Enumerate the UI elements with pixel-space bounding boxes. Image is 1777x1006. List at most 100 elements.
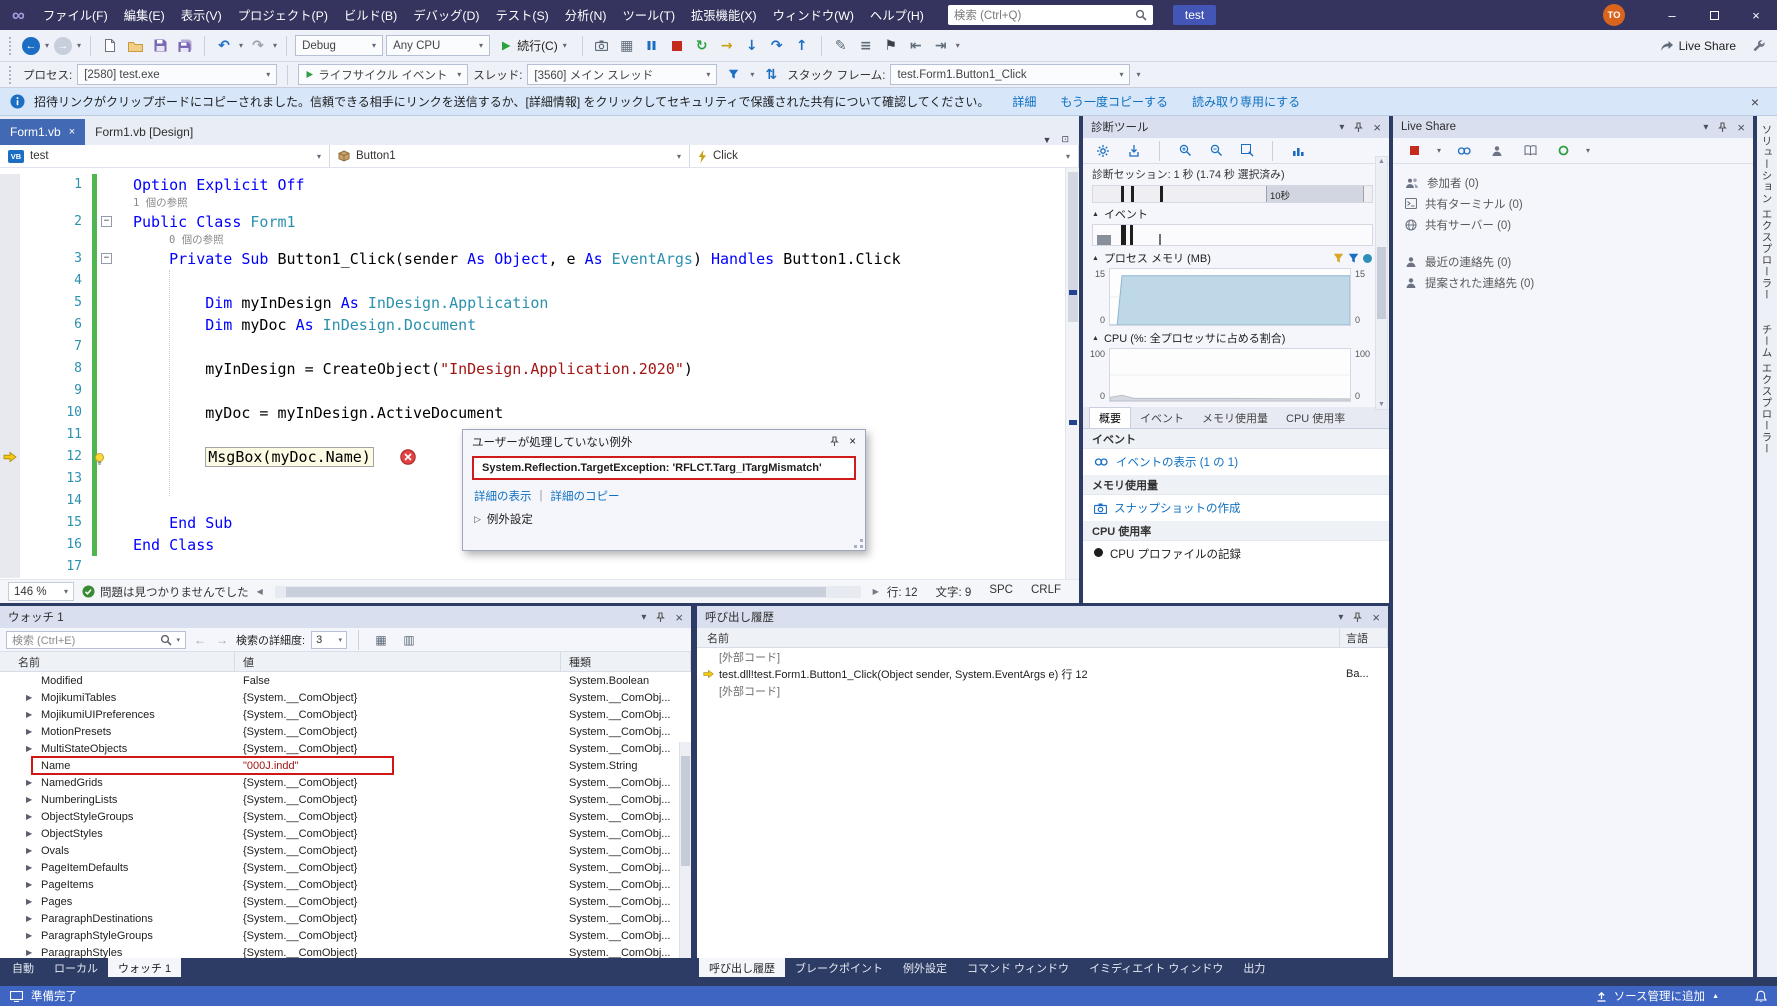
chevron-down-icon[interactable]: ▾ xyxy=(1338,612,1343,623)
dropdown-caret-icon[interactable]: ▾ xyxy=(749,70,755,79)
menu-分析(N)[interactable]: 分析(N) xyxy=(557,0,615,30)
minimize-button[interactable]: – xyxy=(1651,0,1693,30)
editor-vertical-scrollbar[interactable] xyxy=(1065,168,1079,579)
summary-item[interactable]: イベントの表示 (1 の 1) xyxy=(1083,449,1389,475)
menu-編集(E)[interactable]: 編集(E) xyxy=(116,0,173,30)
code-text[interactable]: myInDesign = CreateObject("InDesign.Appl… xyxy=(119,358,1065,380)
summary-item[interactable]: スナップショットの作成 xyxy=(1083,495,1389,521)
expander-icon[interactable]: ▶ xyxy=(26,880,35,889)
code-text[interactable]: Private Sub Button1_Click(sender As Obje… xyxy=(119,248,1065,270)
copy-detail-link[interactable]: 詳細のコピー xyxy=(551,488,620,504)
watch-row[interactable]: ▶ MotionPresets {System.__ComObject} System… xyxy=(0,723,691,740)
process-dropdown[interactable]: [2580] test.exe ▾ xyxy=(77,64,278,85)
pin-icon[interactable] xyxy=(829,436,840,447)
lifecycle-events-dropdown[interactable]: ライフサイクル イベント ▾ xyxy=(298,64,469,85)
watch-row[interactable]: ▶ Ovals {System.__ComObject} System.__ComOb… xyxy=(0,842,691,859)
chevron-down-icon[interactable]: ▾ xyxy=(1339,122,1344,133)
expander-icon[interactable]: ▶ xyxy=(26,829,35,838)
search-depth-dropdown[interactable]: 3 ▾ xyxy=(311,630,348,649)
back-icon[interactable]: ← xyxy=(22,36,40,55)
view-detail-link[interactable]: 詳細の表示 xyxy=(474,488,532,504)
watch-row[interactable]: ▶ ObjectStyleGroups {System.__ComObject} Sy… xyxy=(0,808,691,825)
copy-invite-link-icon[interactable] xyxy=(1453,140,1475,162)
fold-margin[interactable]: − xyxy=(97,248,119,270)
expander-icon[interactable]: ▶ xyxy=(26,795,35,804)
fold-toggle-icon[interactable]: − xyxy=(101,216,112,227)
fold-toggle-icon[interactable]: − xyxy=(101,253,112,264)
breakpoint-margin[interactable] xyxy=(0,380,20,402)
fold-margin[interactable] xyxy=(97,380,119,402)
watch-row[interactable]: ▶ MojikumiUIPreferences {System.__ComObjec… xyxy=(0,706,691,723)
expander-icon[interactable]: ▶ xyxy=(26,744,35,753)
export-report-icon[interactable] xyxy=(1123,140,1145,162)
watch-row[interactable]: ▶ ParagraphStyles {System.__ComObject} Syst… xyxy=(0,944,691,959)
watch-row[interactable]: ▶ ParagraphStyleGroups {System.__ComObject… xyxy=(0,927,691,944)
save-icon[interactable] xyxy=(149,35,171,57)
diagnostics-tab-2[interactable]: メモリ使用量 xyxy=(1193,407,1277,428)
diagnostics-timeline[interactable]: 10秒 xyxy=(1092,185,1373,203)
side-tab-1[interactable]: チーム エクスプローラー xyxy=(1760,324,1775,454)
breakpoint-margin[interactable] xyxy=(0,468,20,490)
menu-ビルド(B)[interactable]: ビルド(B) xyxy=(336,0,405,30)
project-dropdown[interactable]: VB test ▾ xyxy=(0,145,330,167)
watch-row[interactable]: ▶ MojikumiTables {System.__ComObject} Syste… xyxy=(0,689,691,706)
fold-margin[interactable] xyxy=(97,556,119,578)
new-project-icon[interactable] xyxy=(99,35,121,57)
breakpoint-margin[interactable] xyxy=(0,490,20,512)
stack-frame-row[interactable]: [外部コード] xyxy=(697,648,1388,665)
reset-view-icon[interactable] xyxy=(1236,140,1258,162)
menu-ファイル(F)[interactable]: ファイル(F) xyxy=(35,0,116,30)
breakpoint-margin[interactable] xyxy=(0,424,20,446)
close-icon[interactable]: × xyxy=(849,436,856,448)
zoom-dropdown[interactable]: 146 % ▾ xyxy=(8,582,74,601)
column-header-0[interactable]: 名前 xyxy=(0,652,235,671)
code-text[interactable] xyxy=(119,336,1065,358)
menu-拡張機能(X)[interactable]: 拡張機能(X) xyxy=(683,0,765,30)
document-tab[interactable]: Form1.vb × xyxy=(0,119,86,145)
step-over-icon[interactable]: ↷ xyxy=(766,35,788,57)
diagnostics-tab-3[interactable]: CPU 使用率 xyxy=(1277,407,1354,428)
zoom-out-icon[interactable] xyxy=(1205,140,1227,162)
pin-icon[interactable] xyxy=(1352,611,1363,623)
breakpoint-margin[interactable] xyxy=(0,211,20,233)
restart-icon[interactable]: ↻ xyxy=(691,35,713,57)
chevron-down-icon[interactable]: ▾ xyxy=(641,612,646,623)
column-header-2[interactable]: 種類 xyxy=(561,652,691,671)
maximize-button[interactable] xyxy=(1693,0,1735,30)
fold-margin[interactable]: − xyxy=(97,211,119,233)
infobar-link-2[interactable]: 読み取り専用にする xyxy=(1192,93,1300,110)
dropdown-caret-icon[interactable]: ▾ xyxy=(272,41,278,50)
fold-margin[interactable] xyxy=(97,512,119,534)
stack-frame-row[interactable]: [外部コード] xyxy=(697,682,1388,699)
breakpoint-margin[interactable] xyxy=(0,512,20,534)
watch-row[interactable]: ▶ ParagraphDestinations {System.__ComObjec… xyxy=(0,910,691,927)
account-avatar[interactable]: TO xyxy=(1603,4,1625,26)
menu-ヘルプ(H)[interactable]: ヘルプ(H) xyxy=(862,0,932,30)
spaces-indicator[interactable]: SPC xyxy=(989,584,1013,600)
expander-icon[interactable]: ▶ xyxy=(26,897,35,906)
codelens-references[interactable]: 1 個の参照 xyxy=(119,196,1065,211)
step-out-icon[interactable]: ↑ xyxy=(791,35,813,57)
editor-horizontal-scrollbar[interactable] xyxy=(274,585,861,598)
object-dropdown[interactable]: Button1 ▾ xyxy=(330,145,690,167)
window-layout-icon[interactable]: ⊡ xyxy=(1061,134,1069,145)
menu-ツール(T)[interactable]: ツール(T) xyxy=(614,0,683,30)
breakpoint-margin[interactable] xyxy=(0,534,20,556)
column-header-1[interactable]: 言語 xyxy=(1340,628,1388,647)
diagnostics-scrollbar[interactable]: ▲ ▼ xyxy=(1375,156,1388,410)
search-next-icon[interactable]: → xyxy=(214,633,230,647)
analyze-icon[interactable]: ✎ xyxy=(830,35,852,57)
codelens-references[interactable]: 0 個の参照 xyxy=(119,233,1065,248)
scroll-right-icon[interactable]: ▶ xyxy=(873,587,879,596)
expander-icon[interactable]: ▶ xyxy=(26,693,35,702)
show-next-statement-icon[interactable]: → xyxy=(716,35,738,57)
bookmark-icon[interactable]: ⚑ xyxy=(880,35,902,57)
bottom-window-tab-3[interactable]: コマンド ウィンドウ xyxy=(957,958,1079,977)
code-text[interactable]: Dim myInDesign As InDesign.Application xyxy=(119,292,1065,314)
exception-settings-expander[interactable]: ▷ 例外設定 xyxy=(463,507,865,531)
fold-margin[interactable] xyxy=(97,402,119,424)
expander-icon[interactable]: ▶ xyxy=(26,863,35,872)
watch-row[interactable]: ▶ MultiStateObjects {System.__ComObject} Sy… xyxy=(0,740,691,757)
fold-margin[interactable] xyxy=(97,314,119,336)
zoom-in-icon[interactable] xyxy=(1174,140,1196,162)
